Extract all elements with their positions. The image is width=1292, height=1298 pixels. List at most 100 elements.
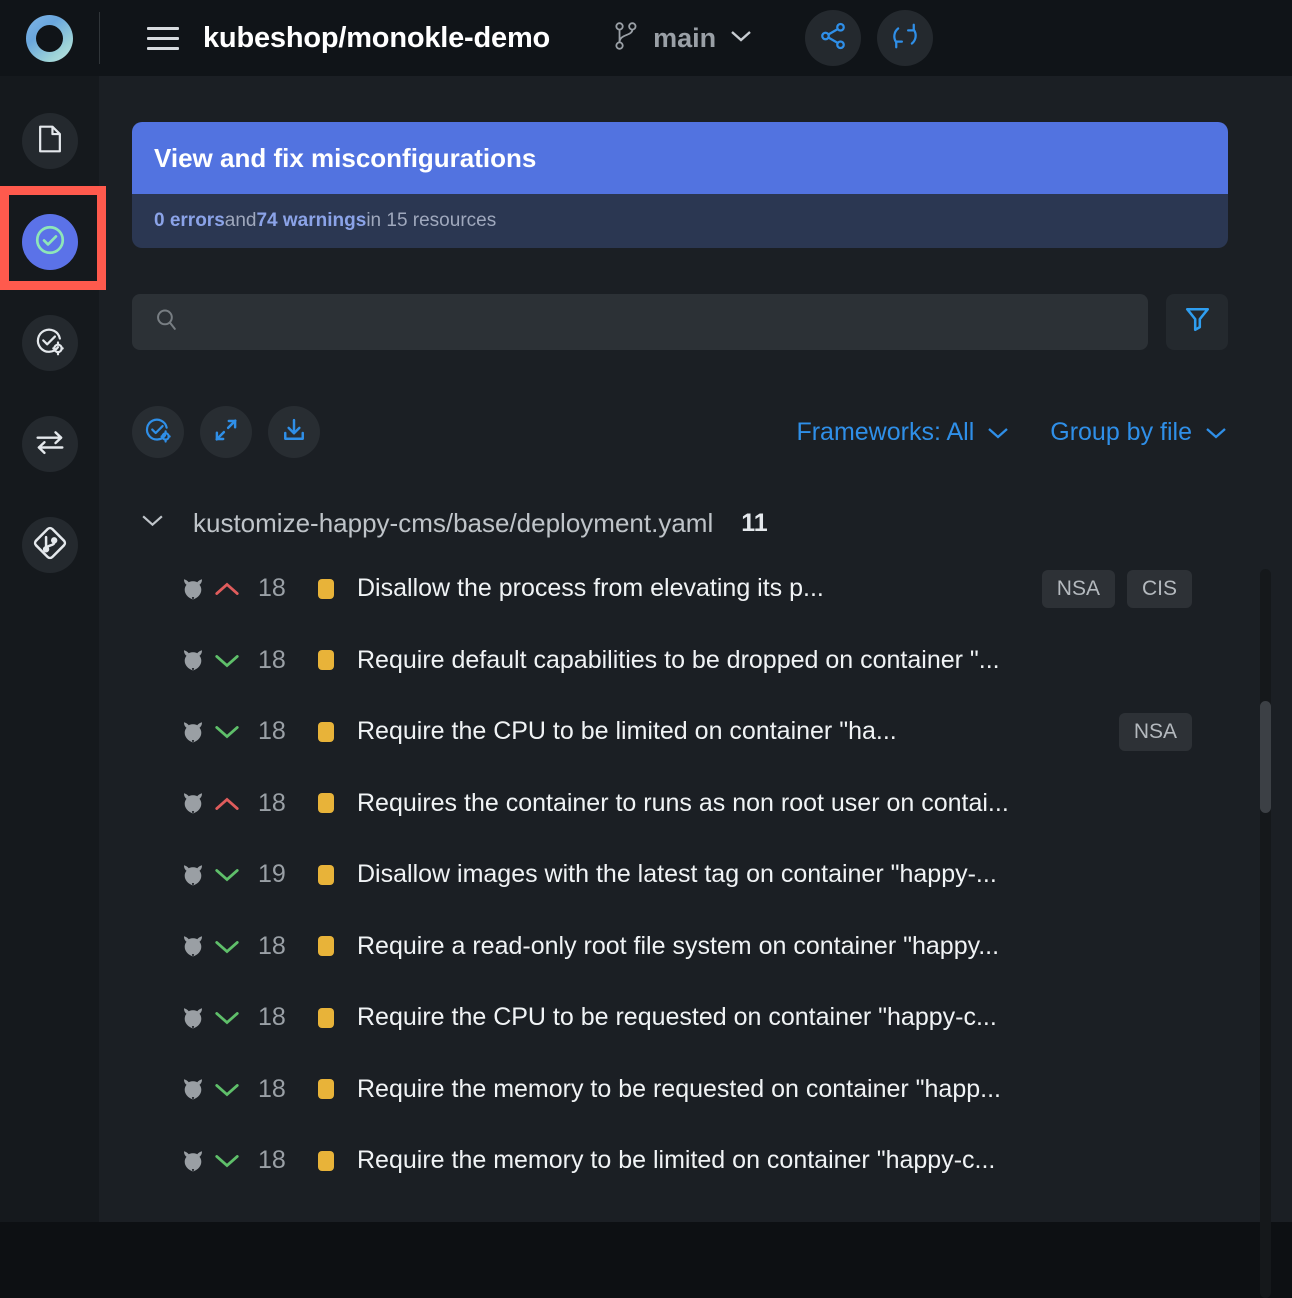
chevron-down-icon [986, 418, 1010, 447]
chevron-down-icon [206, 1074, 248, 1105]
rule-description: Require the memory to be requested on co… [357, 1074, 1001, 1103]
framework-tag[interactable]: NSA [1118, 712, 1192, 751]
status-badge [318, 578, 334, 599]
hamburger-icon[interactable] [147, 26, 179, 50]
branch-name: main [653, 22, 717, 53]
search-icon [154, 307, 179, 337]
filter-button[interactable] [1166, 294, 1228, 350]
banner-title: View and fix misconfigurations [154, 142, 537, 173]
list-item[interactable]: 18 Require a read-only root file system o… [132, 911, 1228, 983]
rule-score: 18 [258, 1146, 286, 1175]
status-badge [318, 936, 334, 957]
status-badge [318, 721, 334, 742]
search-input[interactable] [193, 311, 1093, 333]
owl-icon [180, 1148, 206, 1174]
monokle-logo-icon [26, 14, 73, 62]
owl-icon [180, 1076, 206, 1102]
sidebar-item-file-explorer[interactable] [21, 113, 78, 169]
rule-score: 18 [258, 645, 286, 674]
hamburger-bar [147, 46, 179, 50]
group-by-dropdown[interactable]: Group by file [1050, 418, 1228, 447]
app-logo [0, 0, 99, 76]
resources-text: in 15 resources [366, 210, 497, 231]
list-toolbar: Frameworks: All Group by file [132, 406, 1228, 458]
repo-title: kubeshop/monokle-demo [203, 21, 551, 54]
warnings-count: 74 warnings [256, 210, 367, 231]
topbar-divider [99, 12, 100, 64]
errors-count: 0 errors [154, 210, 225, 231]
chevron-down-icon [206, 645, 248, 676]
search-box[interactable] [132, 294, 1148, 350]
chevron-down-icon [206, 716, 248, 747]
status-badge [318, 650, 334, 671]
list-item[interactable]: 18 Require the CPU to be requested on con… [132, 982, 1228, 1054]
owl-icon [180, 862, 206, 888]
share-icon [818, 21, 848, 56]
owl-icon [180, 576, 206, 602]
chevron-down-icon [206, 1145, 248, 1176]
chevron-up-icon [206, 573, 248, 604]
branch-selector[interactable]: main [614, 20, 753, 57]
git-diamond-icon [33, 526, 67, 565]
compare-arrows-icon [34, 428, 66, 461]
check-gear-icon [143, 415, 173, 450]
collapse-arrows-icon [212, 416, 240, 449]
owl-icon [180, 790, 206, 816]
check-circle-icon [33, 223, 67, 262]
sidebar-item-compare[interactable] [21, 416, 78, 472]
rule-description: Require the CPU to be limited on contain… [357, 717, 897, 746]
list-item[interactable]: 18 Require the CPU to be limited on conta… [132, 696, 1228, 768]
rule-score: 18 [258, 788, 286, 817]
framework-tag[interactable]: CIS [1126, 569, 1192, 608]
share-button[interactable] [805, 10, 862, 66]
list-scrollbar-track[interactable] [1260, 569, 1271, 1298]
list-item[interactable]: 18 Require default capabilities to be dro… [132, 625, 1228, 697]
top-bar: kubeshop/monokle-demo main [0, 0, 1292, 76]
file-icon [35, 123, 65, 160]
file-group-count: 11 [741, 508, 768, 537]
list-item[interactable]: 18 Require the memory to be requested on … [132, 1054, 1228, 1126]
list-scrollbar-thumb[interactable] [1260, 701, 1271, 813]
list-rows-container: 18 Disallow the process from elevating it… [132, 553, 1228, 1197]
hamburger-bar [147, 26, 179, 30]
left-sidebar [0, 76, 99, 1222]
chevron-down-icon [206, 1002, 248, 1033]
rule-description: Disallow images with the latest tag on c… [357, 860, 997, 889]
list-item[interactable]: 18 Disallow the process from elevating it… [132, 553, 1228, 625]
status-badge [318, 864, 334, 885]
misconfigurations-banner[interactable]: View and fix misconfigurations [132, 122, 1228, 194]
banner-summary: 0 errors and 74 warnings in 15 resources [132, 194, 1228, 248]
status-badge [318, 1150, 334, 1171]
configure-validation-button[interactable] [132, 406, 184, 458]
rule-score: 19 [258, 860, 286, 889]
list-item[interactable]: 18 Require the memory to be limited on co… [132, 1125, 1228, 1197]
download-report-button[interactable] [268, 406, 320, 458]
sidebar-item-validation[interactable] [21, 214, 78, 270]
hamburger-bar [147, 36, 179, 40]
owl-icon [180, 933, 206, 959]
rule-description: Require default capabilities to be dropp… [357, 645, 1000, 674]
frameworks-label: Frameworks: All [796, 417, 975, 446]
sync-refresh-icon [890, 21, 920, 56]
misconfiguration-list: kustomize-happy-cms/base/deployment.yaml… [132, 493, 1228, 1222]
sync-button[interactable] [877, 10, 934, 66]
collapse-all-button[interactable] [200, 406, 252, 458]
list-item[interactable]: 18 Requires the container to runs as non … [132, 768, 1228, 840]
frameworks-dropdown[interactable]: Frameworks: All [796, 418, 1010, 447]
sidebar-item-git[interactable] [21, 517, 78, 573]
main-panel: View and fix misconfigurations 0 errors … [99, 76, 1292, 1298]
rule-description: Require a read-only root file system on … [357, 931, 1000, 960]
framework-tag[interactable]: NSA [1041, 569, 1115, 608]
owl-icon [180, 1005, 206, 1031]
sidebar-item-validation-settings[interactable] [21, 315, 78, 371]
chevron-down-icon[interactable] [140, 513, 165, 533]
owl-icon [180, 719, 206, 745]
list-item[interactable]: 19 Disallow images with the latest tag on… [132, 839, 1228, 911]
chevron-down-icon [1204, 418, 1228, 447]
file-group-header[interactable]: kustomize-happy-cms/base/deployment.yaml… [132, 493, 1228, 553]
chevron-down-icon [206, 931, 248, 962]
groupby-label: Group by file [1050, 417, 1192, 446]
check-gear-icon [34, 325, 66, 362]
rule-score: 18 [258, 1074, 286, 1103]
file-group-name: kustomize-happy-cms/base/deployment.yaml [193, 507, 714, 538]
